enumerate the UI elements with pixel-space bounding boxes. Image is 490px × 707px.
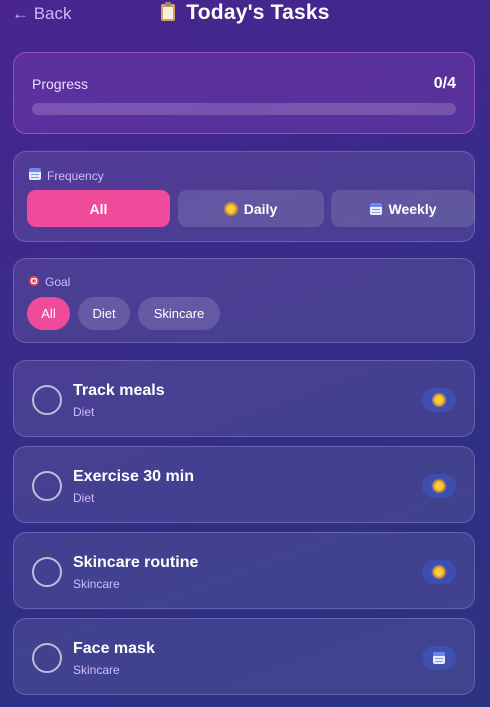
task-name: Track meals xyxy=(73,382,165,399)
progress-card: Progress 0/4 xyxy=(13,52,475,134)
task-checkbox[interactable] xyxy=(32,385,62,415)
progress-bar xyxy=(32,103,456,115)
page-title-text: Today's Tasks xyxy=(186,1,330,24)
frequency-option-daily[interactable]: Daily xyxy=(178,190,324,227)
task-category: Diet xyxy=(73,491,95,505)
page-title: Today's Tasks xyxy=(0,1,490,25)
clipboard-icon xyxy=(160,2,176,22)
task-name: Face mask xyxy=(73,640,155,657)
progress-count: 0/4 xyxy=(433,75,456,92)
frequency-label-text: Frequency xyxy=(47,169,104,183)
sun-icon xyxy=(433,394,445,406)
goal-chip-all[interactable]: All xyxy=(27,297,70,330)
frequency-option-weekly[interactable]: Weekly xyxy=(331,190,475,227)
frequency-filter-card: Frequency All Daily Weekly xyxy=(13,151,475,242)
goal-label-text: Goal xyxy=(45,275,71,289)
frequency-option-label: All xyxy=(89,200,108,217)
task-checkbox[interactable] xyxy=(32,557,62,587)
goal-chip-skincare[interactable]: Skincare xyxy=(138,297,220,330)
task-category: Skincare xyxy=(73,577,120,591)
task-name: Skincare routine xyxy=(73,554,199,571)
calendar-icon xyxy=(433,652,445,664)
goal-chip-label: All xyxy=(41,306,56,321)
calendar-icon xyxy=(29,168,41,180)
task-item[interactable]: Exercise 30 min Diet xyxy=(13,446,475,523)
frequency-option-label: Daily xyxy=(243,200,278,217)
frequency-option-all[interactable]: All xyxy=(27,190,170,227)
frequency-badge xyxy=(422,388,456,412)
task-checkbox[interactable] xyxy=(32,643,62,673)
frequency-label: Frequency xyxy=(29,168,104,183)
goal-filter-card: Goal All Diet Skincare xyxy=(13,258,475,343)
task-item[interactable]: Face mask Skincare xyxy=(13,618,475,695)
frequency-badge xyxy=(422,474,456,498)
top-bar: ← Back Today's Tasks xyxy=(0,0,490,30)
goal-chip-diet[interactable]: Diet xyxy=(78,297,130,330)
progress-label: Progress xyxy=(32,76,89,92)
task-category: Diet xyxy=(73,405,95,419)
calendar-icon xyxy=(369,202,382,215)
task-checkbox[interactable] xyxy=(32,471,62,501)
sun-icon xyxy=(433,480,445,492)
goal-chip-label: Skincare xyxy=(153,306,205,321)
task-category: Skincare xyxy=(73,663,120,677)
goal-chip-label: Diet xyxy=(92,306,116,321)
task-name: Exercise 30 min xyxy=(73,468,194,485)
frequency-badge xyxy=(422,560,456,584)
goal-label: Goal xyxy=(29,275,70,289)
task-item[interactable]: Track meals Diet xyxy=(13,360,475,437)
task-item[interactable]: Skincare routine Skincare xyxy=(13,532,475,609)
target-icon xyxy=(29,276,39,286)
sun-icon xyxy=(224,202,237,215)
sun-icon xyxy=(433,566,445,578)
frequency-option-label: Weekly xyxy=(388,200,437,217)
frequency-badge xyxy=(422,646,456,670)
